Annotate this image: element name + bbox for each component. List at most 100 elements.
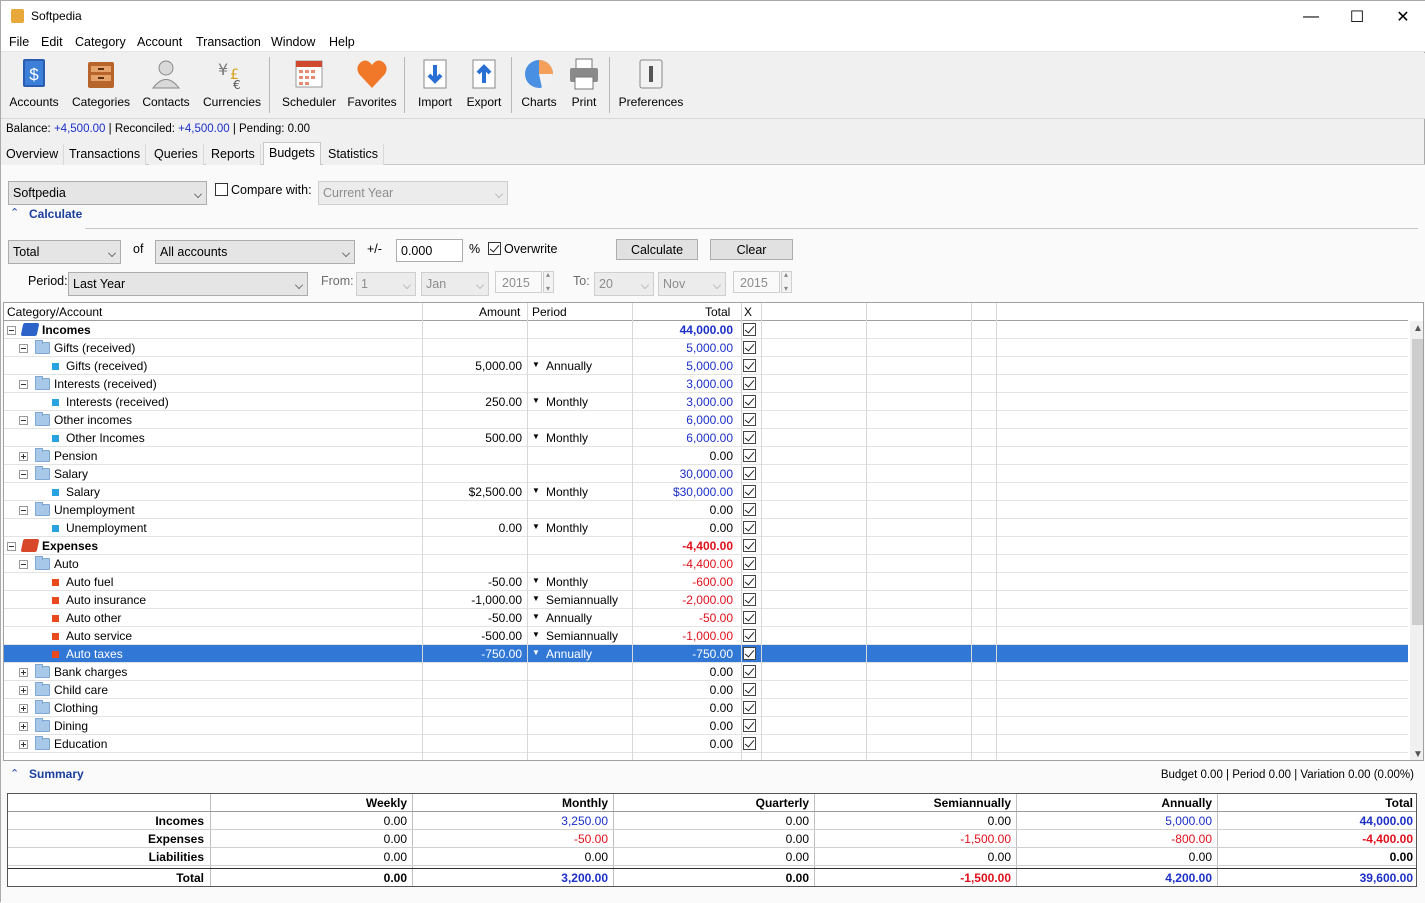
include-checkbox[interactable]: [743, 539, 756, 552]
collapse-toggle-icon[interactable]: [19, 380, 28, 389]
amount-cell[interactable]: -50.00: [422, 575, 522, 589]
table-row[interactable]: Dining 0.00: [4, 717, 1408, 735]
include-checkbox[interactable]: [743, 359, 756, 372]
table-row[interactable]: Salary 30,000.00: [4, 465, 1408, 483]
clear-button[interactable]: Clear: [710, 239, 793, 260]
amount-cell[interactable]: -1,000.00: [422, 593, 522, 607]
period-cell[interactable]: Monthly: [546, 431, 588, 445]
include-checkbox[interactable]: [743, 521, 756, 534]
calculate-section-link[interactable]: Calculate: [29, 207, 82, 221]
collapse-toggle-icon[interactable]: [19, 470, 28, 479]
amount-cell[interactable]: -500.00: [422, 629, 522, 643]
period-dropdown-icon[interactable]: ▼: [532, 630, 540, 639]
expand-toggle-icon[interactable]: [19, 668, 28, 677]
header-total[interactable]: Total: [705, 305, 730, 319]
scroll-down-icon[interactable]: ▼: [1413, 749, 1423, 760]
collapse-toggle-icon[interactable]: [19, 560, 28, 569]
period-cell[interactable]: Monthly: [546, 521, 588, 535]
grid-scrollbar[interactable]: ▲ ▼: [1410, 321, 1423, 760]
period-dropdown-icon[interactable]: ▼: [532, 486, 540, 495]
table-row[interactable]: Pension 0.00: [4, 447, 1408, 465]
to-month-select[interactable]: Nov: [658, 272, 726, 296]
expand-toggle-icon[interactable]: [19, 740, 28, 749]
include-checkbox[interactable]: [743, 467, 756, 480]
include-checkbox[interactable]: [743, 719, 756, 732]
period-dropdown-icon[interactable]: ▼: [532, 612, 540, 621]
include-checkbox[interactable]: [743, 431, 756, 444]
table-row[interactable]: Other Incomes 500.00 ▼ Monthly 6,000.00: [4, 429, 1408, 447]
period-cell[interactable]: Monthly: [546, 485, 588, 499]
budget-select[interactable]: Softpedia: [8, 181, 207, 205]
amount-cell[interactable]: -750.00: [422, 647, 522, 661]
from-year-spinner[interactable]: [543, 270, 554, 293]
print-button[interactable]: Print: [565, 57, 603, 115]
include-checkbox[interactable]: [743, 629, 756, 642]
table-row[interactable]: Other incomes 6,000.00: [4, 411, 1408, 429]
expand-toggle-icon[interactable]: [19, 686, 28, 695]
include-checkbox[interactable]: [743, 593, 756, 606]
include-checkbox[interactable]: [743, 575, 756, 588]
period-dropdown-icon[interactable]: ▼: [532, 360, 540, 369]
categories-button[interactable]: Categories: [71, 57, 131, 115]
include-checkbox[interactable]: [743, 611, 756, 624]
budget-grid[interactable]: Category/Account Amount Period Total X I…: [3, 302, 1424, 761]
collapse-toggle-icon[interactable]: [7, 326, 16, 335]
preferences-button[interactable]: Preferences: [617, 57, 685, 115]
overwrite-checkbox[interactable]: [488, 242, 501, 255]
tab-overview[interactable]: Overview: [1, 144, 65, 165]
scheduler-button[interactable]: Scheduler: [279, 57, 339, 115]
amount-cell[interactable]: $2,500.00: [422, 485, 522, 499]
amount-cell[interactable]: 500.00: [422, 431, 522, 445]
favorites-button[interactable]: Favorites: [345, 57, 399, 115]
scrollbar-thumb[interactable]: [1412, 339, 1423, 625]
period-cell[interactable]: Semiannually: [546, 593, 618, 607]
table-row[interactable]: Incomes 44,000.00: [4, 321, 1408, 339]
amount-cell[interactable]: 0.00: [422, 521, 522, 535]
include-checkbox[interactable]: [743, 323, 756, 336]
tab-queries[interactable]: Queries: [149, 144, 204, 165]
include-checkbox[interactable]: [743, 701, 756, 714]
table-row[interactable]: Gifts (received) 5,000.00: [4, 339, 1408, 357]
currencies-button[interactable]: ¥ £ € Currencies: [201, 57, 263, 115]
compare-checkbox[interactable]: [215, 183, 228, 196]
header-amount[interactable]: Amount: [479, 305, 520, 319]
include-checkbox[interactable]: [743, 485, 756, 498]
period-dropdown-icon[interactable]: ▼: [532, 396, 540, 405]
menu-account[interactable]: Account: [137, 35, 182, 49]
include-checkbox[interactable]: [743, 503, 756, 516]
import-button[interactable]: Import: [413, 57, 457, 115]
period-cell[interactable]: Annually: [546, 359, 592, 373]
table-row[interactable]: Bank charges 0.00: [4, 663, 1408, 681]
include-checkbox[interactable]: [743, 647, 756, 660]
table-row[interactable]: Auto other -50.00 ▼ Annually -50.00: [4, 609, 1408, 627]
table-row[interactable]: Clothing 0.00: [4, 699, 1408, 717]
close-button[interactable]: ✕: [1380, 1, 1425, 32]
collapse-toggle-icon[interactable]: [19, 416, 28, 425]
table-row[interactable]: Education 0.00: [4, 735, 1408, 753]
to-year-spinner[interactable]: [781, 270, 792, 293]
include-checkbox[interactable]: [743, 395, 756, 408]
include-checkbox[interactable]: [743, 413, 756, 426]
menu-category[interactable]: Category: [75, 35, 126, 49]
amount-cell[interactable]: -50.00: [422, 611, 522, 625]
header-period[interactable]: Period: [532, 305, 567, 319]
scroll-up-icon[interactable]: ▲: [1413, 323, 1423, 334]
amount-cell[interactable]: 5,000.00: [422, 359, 522, 373]
minimize-button[interactable]: —: [1288, 1, 1334, 32]
menu-transaction[interactable]: Transaction: [196, 35, 261, 49]
table-row[interactable]: Auto service -500.00 ▼ Semiannually -1,000.0…: [4, 627, 1408, 645]
maximize-button[interactable]: ☐: [1334, 1, 1380, 32]
expand-toggle-icon[interactable]: [19, 722, 28, 731]
contacts-button[interactable]: Contacts: [139, 57, 193, 115]
period-cell[interactable]: Semiannually: [546, 629, 618, 643]
table-row[interactable]: Auto taxes -750.00 ▼ Annually -750.00: [4, 645, 1408, 663]
expand-toggle-icon[interactable]: [19, 704, 28, 713]
tab-statistics[interactable]: Statistics: [323, 144, 385, 165]
export-button[interactable]: Export: [463, 57, 505, 115]
header-x[interactable]: X: [744, 305, 752, 319]
include-checkbox[interactable]: [743, 737, 756, 750]
include-checkbox[interactable]: [743, 341, 756, 354]
tab-reports[interactable]: Reports: [206, 144, 261, 165]
compare-select[interactable]: Current Year: [318, 181, 508, 205]
include-checkbox[interactable]: [743, 377, 756, 390]
